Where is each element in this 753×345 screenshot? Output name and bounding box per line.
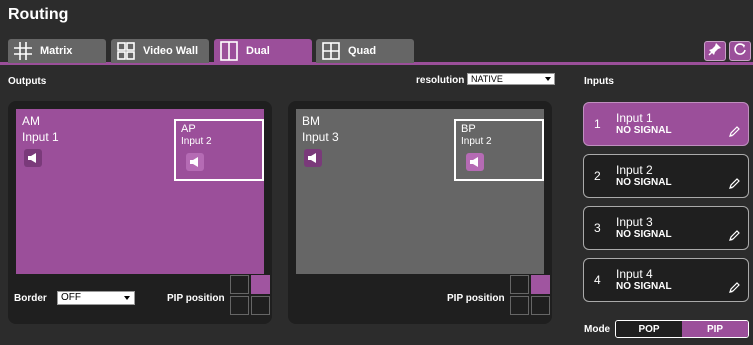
input-card-4[interactable]: 4 Input 4 NO SIGNAL <box>583 258 749 302</box>
input-card-2[interactable]: 2 Input 2 NO SIGNAL <box>583 154 749 198</box>
tab-quad[interactable]: Quad <box>316 39 414 63</box>
input-name: Input 1 <box>616 111 653 125</box>
pip-input: Input 2 <box>461 136 492 147</box>
main-window-bm[interactable]: BM Input 3 BP Input 2 <box>296 109 544 274</box>
resolution-select[interactable]: NATIVE <box>467 73 555 85</box>
main-window-am[interactable]: AM Input 1 AP Input 2 <box>16 109 264 274</box>
input-number: 3 <box>594 221 601 235</box>
window-name: AM <box>22 114 40 128</box>
input-status: NO SIGNAL <box>616 281 672 292</box>
pip-position-label: PIP position <box>167 293 225 304</box>
chevron-down-icon <box>124 296 130 300</box>
window-input: Input 1 <box>22 130 59 144</box>
resolution-value: NATIVE <box>471 74 503 84</box>
input-number: 4 <box>594 273 601 287</box>
refresh-icon <box>733 42 747 61</box>
input-status: NO SIGNAL <box>616 229 672 240</box>
input-card-3[interactable]: 3 Input 3 NO SIGNAL <box>583 206 749 250</box>
pip-window-ap[interactable]: AP Input 2 <box>174 119 264 181</box>
tab-bar: Matrix Video Wall Dual Quad <box>0 39 753 65</box>
tab-label: Quad <box>348 45 377 57</box>
pip-position-grid <box>230 275 270 315</box>
outputs-heading: Outputs <box>8 76 47 87</box>
pip-position-bottom-left[interactable] <box>510 296 529 315</box>
pip-position-top-left[interactable] <box>510 275 529 294</box>
mode-label: Mode <box>584 324 611 335</box>
edit-pencil-icon[interactable] <box>728 281 740 299</box>
pin-icon <box>708 42 722 61</box>
tab-label: Matrix <box>40 45 73 57</box>
input-number: 1 <box>594 117 601 131</box>
tab-label: Dual <box>246 45 270 57</box>
pip-position-bottom-right[interactable] <box>251 296 270 315</box>
input-status: NO SIGNAL <box>616 125 672 136</box>
video-wall-icon <box>115 42 137 60</box>
input-number: 2 <box>594 169 601 183</box>
mode-pip-option[interactable]: PIP <box>682 321 748 337</box>
input-name: Input 4 <box>616 267 653 281</box>
input-card-1[interactable]: 1 Input 1 NO SIGNAL <box>583 102 749 146</box>
audio-icon[interactable] <box>186 153 204 171</box>
matrix-grid-icon <box>12 42 34 60</box>
audio-icon[interactable] <box>304 149 322 167</box>
routing-page: Routing Matrix Video Wall Dual Quad Outp… <box>0 0 753 345</box>
tab-label: Video Wall <box>143 45 199 57</box>
border-label: Border <box>14 293 47 304</box>
inputs-heading: Inputs <box>584 76 614 87</box>
resolution-label: resolution <box>416 75 465 86</box>
page-title: Routing <box>8 6 69 23</box>
audio-icon[interactable] <box>466 153 484 171</box>
pip-position-top-right[interactable] <box>251 275 270 294</box>
border-value: OFF <box>61 292 81 303</box>
input-name: Input 3 <box>616 215 653 229</box>
pin-button[interactable] <box>704 41 726 61</box>
output-panel-a: AM Input 1 AP Input 2 Border OFF PIP pos… <box>8 101 272 324</box>
tab-dual[interactable]: Dual <box>214 39 312 63</box>
edit-pencil-icon[interactable] <box>728 229 740 247</box>
pip-position-label: PIP position <box>447 293 505 304</box>
edit-pencil-icon[interactable] <box>728 177 740 195</box>
tab-video-wall[interactable]: Video Wall <box>111 39 209 63</box>
tab-matrix[interactable]: Matrix <box>8 39 106 63</box>
chevron-down-icon <box>545 77 551 81</box>
mode-toggle: POP PIP <box>615 320 749 338</box>
pip-position-top-right[interactable] <box>531 275 550 294</box>
quad-split-icon <box>320 42 342 60</box>
input-name: Input 2 <box>616 163 653 177</box>
mode-pop-option[interactable]: POP <box>616 321 682 337</box>
refresh-button[interactable] <box>729 41 751 61</box>
window-name: BM <box>302 114 320 128</box>
pip-name: BP <box>461 123 476 135</box>
pip-position-bottom-right[interactable] <box>531 296 550 315</box>
border-select[interactable]: OFF <box>57 291 135 305</box>
pip-name: AP <box>181 123 196 135</box>
output-panel-b: BM Input 3 BP Input 2 PIP position <box>288 101 552 324</box>
pip-position-grid <box>510 275 550 315</box>
pip-position-top-left[interactable] <box>230 275 249 294</box>
input-status: NO SIGNAL <box>616 177 672 188</box>
window-input: Input 3 <box>302 130 339 144</box>
pip-window-bp[interactable]: BP Input 2 <box>454 119 544 181</box>
audio-icon[interactable] <box>24 149 42 167</box>
pip-position-bottom-left[interactable] <box>230 296 249 315</box>
dual-split-icon <box>218 41 240 61</box>
edit-pencil-icon[interactable] <box>728 125 740 143</box>
pip-input: Input 2 <box>181 136 212 147</box>
